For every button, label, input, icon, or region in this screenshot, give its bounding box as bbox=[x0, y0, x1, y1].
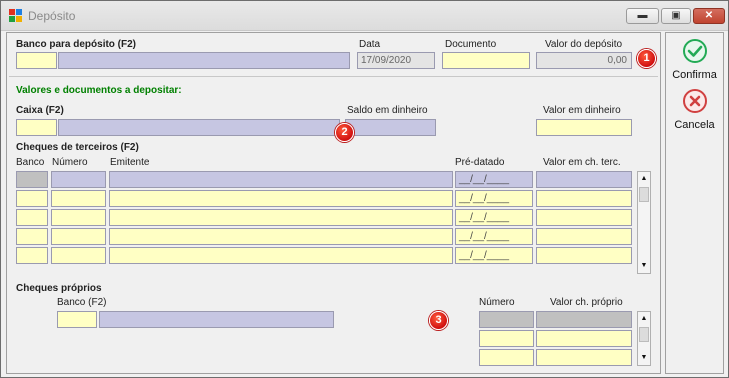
valor-deposito-field: 0,00 bbox=[536, 52, 632, 69]
valor-proprio-label: Valor ch. próprio bbox=[550, 297, 623, 308]
confirma-button[interactable]: Confirma bbox=[666, 39, 723, 81]
cell-numero[interactable] bbox=[51, 228, 106, 245]
scroll-up-arrow-icon[interactable]: ▲ bbox=[638, 172, 650, 186]
saldo-dinheiro-field bbox=[345, 119, 436, 136]
cell-pre-datado[interactable]: __/__/____ bbox=[455, 171, 533, 188]
cell-banco[interactable] bbox=[16, 209, 48, 226]
check-icon bbox=[682, 39, 707, 63]
scroll-up-arrow-icon[interactable]: ▲ bbox=[638, 312, 650, 326]
cell-valor-ch-terc[interactable] bbox=[536, 171, 632, 188]
valor-dinheiro-input[interactable] bbox=[536, 119, 632, 136]
valores-section-title: Valores e documentos a depositar: bbox=[16, 85, 182, 96]
form-area: Banco para depósito (F2) Data Documento … bbox=[6, 32, 661, 374]
numero-proprio-input[interactable] bbox=[479, 349, 534, 366]
date-mask: __/__/____ bbox=[459, 250, 510, 261]
cell-valor-ch-terc[interactable] bbox=[536, 228, 632, 245]
callout-badge-2: 2 bbox=[335, 123, 354, 142]
cell-valor-ch-terc[interactable] bbox=[536, 190, 632, 207]
cell-numero[interactable] bbox=[51, 171, 106, 188]
date-mask: __/__/____ bbox=[459, 174, 510, 185]
cheques-terceiros-title: Cheques de terceiros (F2) bbox=[16, 142, 139, 153]
callout-badge-1: 1 bbox=[637, 49, 656, 68]
data-value: 17/09/2020 bbox=[361, 55, 412, 66]
banco-name-field[interactable] bbox=[58, 52, 350, 69]
cancela-label: Cancela bbox=[674, 119, 715, 131]
maximize-button[interactable]: ▣ bbox=[661, 8, 691, 24]
caixa-label: Caixa (F2) bbox=[16, 105, 64, 116]
scroll-thumb[interactable] bbox=[639, 187, 649, 202]
action-panel: Confirma Cancela bbox=[665, 32, 724, 374]
cheques-proprios-scrollbar[interactable]: ▲ ▼ bbox=[637, 311, 651, 366]
confirma-label: Confirma bbox=[672, 69, 717, 81]
cell-numero[interactable] bbox=[51, 209, 106, 226]
valor-proprio-header-cell bbox=[536, 311, 632, 328]
banco-deposito-label: Banco para depósito (F2) bbox=[16, 39, 137, 50]
saldo-dinheiro-label: Saldo em dinheiro bbox=[347, 105, 428, 116]
cell-pre-datado[interactable]: __/__/____ bbox=[455, 247, 533, 264]
col-valor-ch-terc: Valor em ch. terc. bbox=[543, 157, 621, 168]
cell-emitente[interactable] bbox=[109, 209, 453, 226]
x-circle-icon bbox=[682, 89, 707, 113]
app-icon bbox=[9, 9, 22, 22]
col-numero: Número bbox=[52, 157, 88, 168]
numero-proprio-label: Número bbox=[479, 297, 515, 308]
cell-valor-ch-terc[interactable] bbox=[536, 247, 632, 264]
banco-proprio-label: Banco (F2) bbox=[57, 297, 107, 308]
cell-banco[interactable] bbox=[16, 228, 48, 245]
valor-proprio-input[interactable] bbox=[536, 330, 632, 347]
cancela-button[interactable]: Cancela bbox=[666, 89, 723, 131]
cell-banco[interactable] bbox=[16, 247, 48, 264]
data-label: Data bbox=[359, 39, 381, 50]
cell-valor-ch-terc[interactable] bbox=[536, 209, 632, 226]
cell-numero[interactable] bbox=[51, 247, 106, 264]
cell-pre-datado[interactable]: __/__/____ bbox=[455, 190, 533, 207]
cell-emitente[interactable] bbox=[109, 190, 453, 207]
callout-badge-3: 3 bbox=[429, 311, 448, 330]
numero-proprio-header-cell bbox=[479, 311, 534, 328]
cell-banco[interactable] bbox=[16, 190, 48, 207]
cell-pre-datado[interactable]: __/__/____ bbox=[455, 209, 533, 226]
cell-emitente[interactable] bbox=[109, 247, 453, 264]
col-banco: Banco bbox=[16, 157, 45, 168]
valor-deposito-label: Valor do depósito bbox=[545, 39, 623, 50]
banco-proprio-name-field[interactable] bbox=[99, 311, 334, 328]
cell-pre-datado[interactable]: __/__/____ bbox=[455, 228, 533, 245]
caixa-name-field[interactable] bbox=[58, 119, 340, 136]
date-mask: __/__/____ bbox=[459, 212, 510, 223]
scroll-thumb[interactable] bbox=[639, 327, 649, 342]
cheques-terceiros-scrollbar[interactable]: ▲ ▼ bbox=[637, 171, 651, 274]
numero-proprio-input[interactable] bbox=[479, 330, 534, 347]
date-mask: __/__/____ bbox=[459, 193, 510, 204]
close-button[interactable]: ✕ bbox=[693, 8, 725, 24]
date-mask: __/__/____ bbox=[459, 231, 510, 242]
scroll-down-arrow-icon[interactable]: ▼ bbox=[638, 259, 650, 273]
minimize-button[interactable]: ▬ bbox=[626, 8, 659, 24]
cell-numero[interactable] bbox=[51, 190, 106, 207]
valor-proprio-input[interactable] bbox=[536, 349, 632, 366]
valor-deposito-value: 0,00 bbox=[607, 55, 627, 66]
valor-dinheiro-label: Valor em dinheiro bbox=[543, 105, 621, 116]
col-emitente: Emitente bbox=[110, 157, 150, 168]
col-pre-datado: Pré-datado bbox=[455, 157, 505, 168]
banco-proprio-code-input[interactable] bbox=[57, 311, 97, 328]
window-title: Depósito bbox=[28, 9, 76, 23]
documento-label: Documento bbox=[445, 39, 497, 50]
documento-input[interactable] bbox=[442, 52, 530, 69]
caixa-code-input[interactable] bbox=[16, 119, 57, 136]
data-field: 17/09/2020 bbox=[357, 52, 435, 69]
divider bbox=[9, 76, 658, 77]
banco-code-input[interactable] bbox=[16, 52, 57, 69]
cell-emitente[interactable] bbox=[109, 171, 453, 188]
scroll-down-arrow-icon[interactable]: ▼ bbox=[638, 351, 650, 365]
cell-emitente[interactable] bbox=[109, 228, 453, 245]
title-bar: Depósito ▬ ▣ ✕ bbox=[1, 1, 728, 31]
cell-banco[interactable] bbox=[16, 171, 48, 188]
cheques-proprios-title: Cheques próprios bbox=[16, 283, 102, 294]
